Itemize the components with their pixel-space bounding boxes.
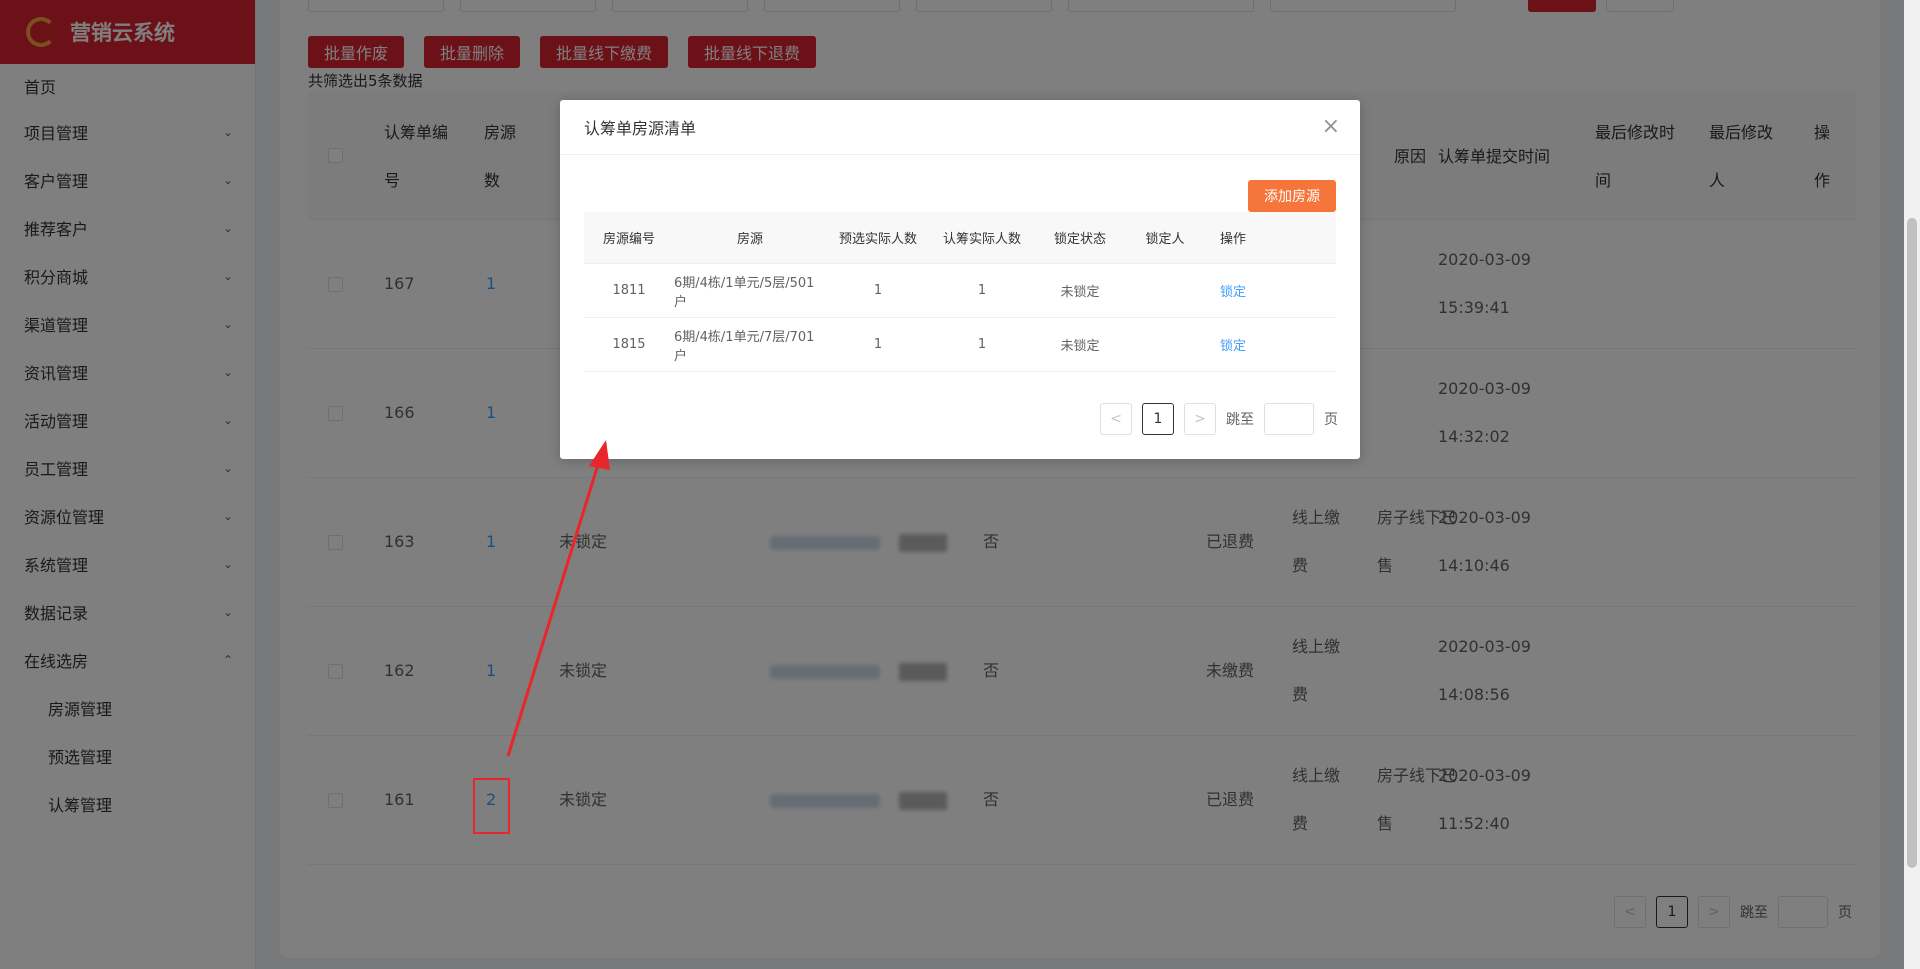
dialog-table: 房源编号 房源 预选实际人数 认筹实际人数 锁定状态 锁定人 操作 1811 6… xyxy=(584,212,1336,372)
dialog-header-action: 操作 xyxy=(1219,232,1246,247)
dialog-title: 认筹单房源清单 xyxy=(584,119,697,138)
dialog-prev-page-button[interactable]: < xyxy=(1100,403,1132,435)
dialog-header-house: 房源 xyxy=(736,232,763,247)
dialog-table-row: 1815 6期/4栋/1单元/7层/701户 1 1 未锁定 锁定 xyxy=(584,318,1336,372)
add-house-button[interactable]: 添加房源 xyxy=(1248,180,1336,212)
dialog-cell-locker xyxy=(1126,318,1204,371)
dialog-cell-lock-status: 未锁定 xyxy=(1060,339,1100,354)
dialog-page-number-button[interactable]: 1 xyxy=(1142,403,1174,435)
annotation-highlight-box xyxy=(473,778,510,834)
dialog-header-code: 房源编号 xyxy=(602,232,655,247)
dialog-next-page-button[interactable]: > xyxy=(1184,403,1216,435)
dialog-header: 认筹单房源清单 × xyxy=(560,100,1360,155)
dialog-cell-lock-status: 未锁定 xyxy=(1060,285,1100,300)
dialog-table-row: 1811 6期/4栋/1单元/5层/501户 1 1 未锁定 锁定 xyxy=(584,264,1336,318)
dialog-cell-house: 6期/4栋/1单元/5层/501户 xyxy=(674,275,815,310)
dialog-header-subscribe: 认筹实际人数 xyxy=(942,232,1021,247)
dialog-cell-house: 6期/4栋/1单元/7层/701户 xyxy=(674,329,815,364)
house-list-dialog: 认筹单房源清单 × 添加房源 房源编号 房源 预选实际人数 认筹实际人数 锁定状… xyxy=(560,100,1360,459)
scrollbar-thumb[interactable] xyxy=(1907,218,1917,868)
dialog-jump-label: 跳至 xyxy=(1226,412,1254,428)
dialog-cell-locker xyxy=(1126,264,1204,317)
dialog-header-lock-status: 锁定状态 xyxy=(1053,232,1106,247)
dialog-header-preselect: 预选实际人数 xyxy=(838,232,917,247)
dialog-page-suffix: 页 xyxy=(1324,412,1338,428)
dialog-cell-preselect: 1 xyxy=(873,283,883,298)
dialog-pagination: < 1 > 跳至 页 xyxy=(1100,403,1338,435)
dialog-header-locker: 锁定人 xyxy=(1145,232,1185,247)
lock-link[interactable]: 锁定 xyxy=(1204,318,1262,371)
dialog-cell-preselect: 1 xyxy=(873,337,883,352)
lock-link[interactable]: 锁定 xyxy=(1204,264,1262,317)
close-icon[interactable]: × xyxy=(1322,116,1340,138)
dialog-cell-code: 1815 xyxy=(612,337,646,352)
dialog-table-header: 房源编号 房源 预选实际人数 认筹实际人数 锁定状态 锁定人 操作 xyxy=(584,212,1336,264)
dialog-cell-code: 1811 xyxy=(612,283,646,298)
dialog-jump-page-input[interactable] xyxy=(1264,403,1314,435)
dialog-cell-subscribe: 1 xyxy=(977,337,987,352)
dialog-cell-subscribe: 1 xyxy=(977,283,987,298)
